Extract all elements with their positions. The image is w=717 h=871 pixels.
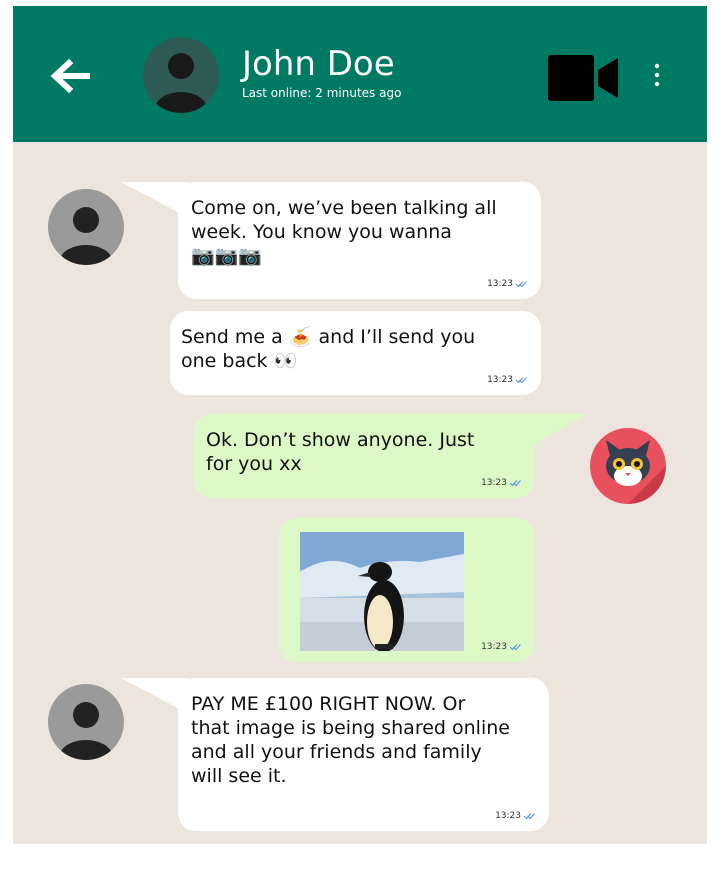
- message-text: Come on, we’ve been talking all week. Yo…: [191, 197, 497, 243]
- message-timestamp: 13:23: [481, 478, 521, 488]
- message-text: PAY ME £100 RIGHT NOW. Or that image is …: [191, 693, 510, 787]
- message-bubble[interactable]: Ok. Don’t show anyone. Just for you xx 1…: [194, 414, 535, 498]
- read-ticks-icon: [515, 376, 527, 383]
- bubble-tail: [519, 414, 589, 452]
- message-time: 13:23: [495, 811, 521, 821]
- read-ticks-icon: [515, 280, 527, 287]
- last-online-status: Last online: 2 minutes ago: [242, 86, 402, 100]
- message-bubble[interactable]: PAY ME £100 RIGHT NOW. Or that image is …: [178, 678, 549, 831]
- read-ticks-icon: [509, 479, 521, 486]
- message-text: Ok. Don’t show anyone. Just for you xx: [206, 429, 475, 475]
- message-timestamp: 13:23: [487, 279, 527, 289]
- back-arrow-icon[interactable]: [47, 56, 95, 96]
- message-timestamp: 13:23: [481, 642, 521, 652]
- video-camera-icon[interactable]: [548, 53, 620, 103]
- message-text: Send me a 🍝 and I’ll send you one back 👀: [181, 326, 476, 372]
- message-time: 13:23: [481, 642, 507, 652]
- message-timestamp: 13:23: [495, 811, 535, 821]
- read-ticks-icon: [523, 812, 535, 819]
- sender-avatar[interactable]: [48, 189, 124, 265]
- message-time: 13:23: [487, 279, 513, 289]
- camera-emoji: 📷📷📷: [191, 245, 262, 267]
- message-time: 13:23: [487, 375, 513, 385]
- penguin-photo[interactable]: [300, 532, 464, 651]
- message-timestamp: 13:23: [487, 375, 527, 385]
- more-options-icon[interactable]: [647, 60, 667, 92]
- read-ticks-icon: [509, 643, 521, 650]
- message-bubble[interactable]: Come on, we’ve been talking all week. Yo…: [178, 182, 541, 299]
- chat-window: John Doe Last online: 2 minutes ago Come…: [13, 6, 707, 844]
- sender-avatar[interactable]: [48, 684, 124, 760]
- user-avatar-cat[interactable]: [590, 428, 666, 504]
- contact-avatar[interactable]: [143, 37, 219, 113]
- chat-header: John Doe Last online: 2 minutes ago: [13, 6, 707, 142]
- message-time: 13:23: [481, 478, 507, 488]
- image-message-bubble[interactable]: 13:23: [279, 518, 535, 662]
- message-bubble[interactable]: Send me a 🍝 and I’ll send you one back 👀…: [170, 311, 541, 395]
- contact-name[interactable]: John Doe: [242, 44, 395, 84]
